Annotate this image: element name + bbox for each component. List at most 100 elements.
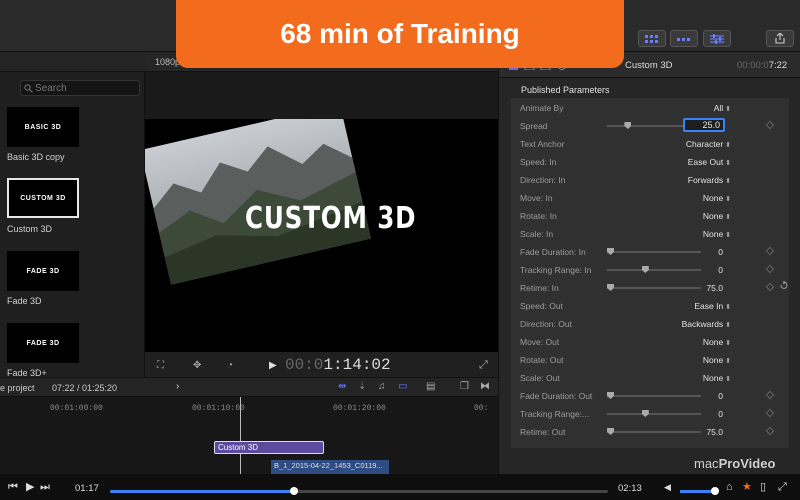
search-icon <box>24 83 33 93</box>
parameter-slider[interactable] <box>607 410 701 417</box>
effect-thumbnail-fade-3d-plus[interactable]: FADE 3D <box>7 323 79 363</box>
parameter-value[interactable]: 0 <box>718 409 723 419</box>
parameter-label: Rotate: Out <box>520 355 564 365</box>
player-bar: ⏮ ▶ ⏭ 01:17 02:13 ◀ ⌂ ★ ▯ ⤢ <box>0 474 800 500</box>
parameter-popup[interactable]: Forwards <box>688 175 731 185</box>
viewer-controls: ⛶ ✥ ◔ ▶ 00:01:14:02 ⤢ <box>145 352 498 377</box>
filmstrip-icon[interactable]: ❐ <box>460 381 469 392</box>
sliders-icon <box>710 33 724 44</box>
keyframe-icon[interactable] <box>765 282 775 292</box>
audio-skimming-icon[interactable]: ⇣ <box>358 381 366 392</box>
parameter-slider[interactable] <box>607 266 701 273</box>
banner-text: 68 min of Training <box>280 18 520 49</box>
parameter-label: Tracking Range:... <box>520 409 590 419</box>
document-icon[interactable]: ▯ <box>760 482 766 493</box>
fullscreen-icon[interactable]: ⤢ <box>778 482 787 493</box>
slider-knob[interactable] <box>607 284 614 291</box>
effect-thumbnail-fade-3d[interactable]: FADE 3D <box>7 251 79 291</box>
parameter-value[interactable]: 0 <box>718 247 723 257</box>
effects-icon[interactable]: ⧓ <box>480 381 490 392</box>
clip-appearance-icon[interactable]: ▤ <box>426 381 435 392</box>
effect-thumbnail-basic-3d[interactable]: BASIC 3D <box>7 107 79 147</box>
timeline[interactable]: 00:01:00:00 00:01:10:00 00:01:20:00 00: … <box>0 397 498 474</box>
play-icon[interactable]: ▶ <box>269 360 277 371</box>
slider-knob[interactable] <box>607 392 614 399</box>
parameter-popup[interactable]: All <box>714 103 731 113</box>
share-button[interactable] <box>766 30 794 47</box>
parameter-value[interactable]: 0 <box>718 265 723 275</box>
star-icon[interactable]: ★ <box>742 482 752 493</box>
layout-button-1[interactable] <box>638 30 666 47</box>
inspector-toggle-button[interactable] <box>703 30 731 47</box>
keyframe-icon[interactable] <box>765 426 775 436</box>
headphones-icon[interactable]: ♫ <box>378 381 386 392</box>
fullscreen-icon[interactable]: ⤢ <box>479 360 488 371</box>
chevron-right-icon[interactable]: › <box>176 381 179 392</box>
parameter-label: Direction: In <box>520 175 566 185</box>
effect-label: Basic 3D copy <box>7 152 65 162</box>
parameter-slider[interactable] <box>607 428 701 435</box>
effect-thumbnail-custom-3d[interactable]: CUSTOM 3D <box>7 178 79 218</box>
keyframe-icon[interactable] <box>765 390 775 400</box>
inspector-duration: 00:00:07:22 <box>737 60 787 71</box>
slider-knob[interactable] <box>607 428 614 435</box>
parameter-popup[interactable]: None <box>703 355 731 365</box>
slider-knob[interactable] <box>641 266 649 273</box>
parameter-popup[interactable]: None <box>703 229 731 239</box>
parameter-label: Move: In <box>520 193 553 203</box>
keyframe-icon[interactable] <box>765 120 775 130</box>
fast-forward-icon[interactable]: ⏭ <box>40 482 50 493</box>
slider-knob[interactable] <box>607 248 614 255</box>
slider-knob[interactable] <box>624 122 632 129</box>
title-clip[interactable]: Custom 3D <box>214 441 324 454</box>
parameter-popup[interactable]: None <box>703 193 731 203</box>
volume-thumb[interactable] <box>711 487 719 495</box>
landscape-image <box>145 119 371 285</box>
parameter-popup[interactable]: None <box>703 373 731 383</box>
home-icon[interactable]: ⌂ <box>726 482 733 493</box>
skimming-icon[interactable]: ⇹ <box>338 381 346 392</box>
volume-icon[interactable]: ◀ <box>664 482 671 493</box>
keyframe-icon[interactable] <box>765 408 775 418</box>
crop-icon[interactable]: ⛶ <box>157 360 164 371</box>
parameter-popup[interactable]: Backwards <box>682 319 731 329</box>
parameter-popup[interactable]: None <box>703 337 731 347</box>
seek-thumb[interactable] <box>290 487 299 495</box>
keyframe-icon[interactable] <box>765 264 775 274</box>
parameter-slider[interactable] <box>607 248 701 255</box>
parameter-value[interactable]: 75.0 <box>706 283 723 293</box>
playhead[interactable] <box>240 397 241 474</box>
rewind-icon[interactable]: ⏮ <box>8 482 18 493</box>
seek-fill <box>110 490 295 493</box>
inspector: Custom 3D 00:00:07:22 Published Paramete… <box>498 52 800 474</box>
parameter-label: Text Anchor <box>520 139 565 149</box>
search-input[interactable]: Search <box>20 80 140 96</box>
transform-icon[interactable]: ✥ <box>193 360 201 371</box>
play-icon[interactable]: ▶ <box>26 482 34 493</box>
parameter-row: Scale: In None <box>511 225 789 243</box>
parameter-row: Animate By All <box>511 99 789 117</box>
snapping-icon[interactable]: ▭ <box>398 381 407 392</box>
parameter-slider[interactable] <box>607 392 701 399</box>
speed-icon[interactable]: ◔ <box>227 360 233 371</box>
layout-button-2[interactable] <box>670 30 698 47</box>
video-canvas[interactable]: CUSTOM 3D <box>145 119 498 367</box>
volume-slider[interactable] <box>680 487 719 495</box>
parameter-row: Rotate: In None <box>511 207 789 225</box>
parameter-value[interactable]: 75.0 <box>706 427 723 437</box>
parameter-row: Move: In None <box>511 189 789 207</box>
video-clip[interactable]: B_1_2015-04-22_1453_C0119... <box>271 460 389 474</box>
parameter-label: Direction: Out <box>520 319 572 329</box>
parameter-popup[interactable]: Ease In <box>694 301 731 311</box>
slider-knob[interactable] <box>641 410 649 417</box>
parameter-slider[interactable] <box>607 284 701 291</box>
parameter-popup[interactable]: None <box>703 211 731 221</box>
parameter-popup[interactable]: Character <box>686 139 731 149</box>
parameter-popup[interactable]: Ease Out <box>688 157 731 167</box>
seek-bar[interactable] <box>110 487 608 495</box>
keyframe-icon[interactable] <box>765 246 775 256</box>
parameter-value[interactable]: 0 <box>718 391 723 401</box>
search-placeholder: Search <box>35 82 67 94</box>
reset-icon[interactable] <box>779 281 788 290</box>
parameter-value-field[interactable]: 25.0 <box>683 118 725 132</box>
